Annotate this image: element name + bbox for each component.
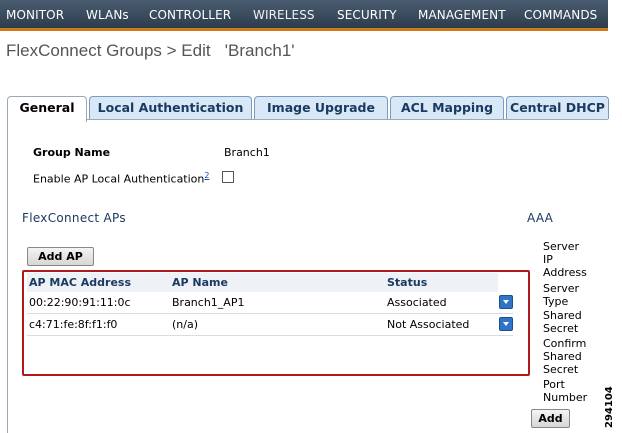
col-ap-name: AP Name (172, 276, 228, 289)
label-line: Server (543, 282, 580, 295)
row-action-dropdown-icon[interactable] (499, 295, 513, 309)
ap-mac-cell: 00:22:90:91:11:0c (29, 296, 131, 309)
tab-local-authentication[interactable]: Local Authentication (89, 96, 252, 119)
confirm-shared-secret-label: Confirm Shared Secret (543, 337, 586, 376)
nav-management[interactable]: MANAGEMENT (418, 8, 506, 22)
col-status: Status (387, 276, 428, 289)
nav-security[interactable]: SECURITY (337, 8, 397, 22)
label-line: Shared (543, 350, 582, 363)
nav-controller[interactable]: CONTROLLER (149, 8, 231, 22)
local-auth-label: Enable AP Local Authentication2 (33, 171, 209, 186)
tab-general[interactable]: General (7, 96, 87, 122)
local-auth-footnote-link[interactable]: 2 (204, 171, 209, 180)
server-ip-address-label: Server IP Address (543, 240, 587, 279)
tab-image-upgrade[interactable]: Image Upgrade (254, 96, 388, 119)
add-ap-button[interactable]: Add AP (27, 247, 94, 266)
tab-acl-mapping[interactable]: ACL Mapping (390, 96, 504, 119)
shared-secret-label: Shared Secret (543, 309, 582, 335)
aaa-add-button[interactable]: Add (531, 409, 570, 428)
label-line: Shared (543, 309, 582, 322)
group-name-value: Branch1 (224, 146, 270, 159)
flexconnect-aps-title: FlexConnect APs (22, 211, 126, 225)
label-line: Address (543, 266, 587, 279)
nav-wireless[interactable]: WIRELESS (253, 8, 315, 22)
ap-mac-cell: c4:71:fe:8f:f1:f0 (29, 318, 118, 331)
aaa-title: AAA (527, 211, 554, 225)
ap-status-cell: Not Associated (387, 318, 470, 331)
server-type-label: Server Type (543, 282, 579, 308)
top-navigation: MONITOR WLANs CONTROLLER WIRELESS SECURI… (0, 0, 608, 31)
label-line: Type (543, 295, 569, 308)
ap-name-cell: (n/a) (172, 318, 199, 331)
table-row: c4:71:fe:8f:f1:f0 (n/a) Not Associated (27, 314, 513, 336)
ap-table-header: AP MAC Address AP Name Status (27, 273, 498, 292)
tab-central-dhcp[interactable]: Central DHCP (506, 96, 609, 119)
label-line: Secret (543, 363, 579, 376)
nav-monitor[interactable]: MONITOR (6, 8, 64, 22)
local-auth-checkbox[interactable] (222, 171, 234, 183)
table-row: 00:22:90:91:11:0c Branch1_AP1 Associated (27, 292, 513, 314)
figure-number: 294104 (604, 386, 615, 428)
page-title: FlexConnect Groups > Edit 'Branch1' (6, 41, 295, 60)
col-ap-mac: AP MAC Address (29, 276, 132, 289)
tab-bar: General Local Authentication Image Upgra… (7, 96, 609, 122)
ap-status-cell: Associated (387, 296, 447, 309)
label-line: Confirm (543, 337, 587, 350)
label-line: IP (543, 253, 553, 266)
label-line: Secret (543, 322, 579, 335)
nav-commands[interactable]: COMMANDS (524, 8, 597, 22)
row-action-dropdown-icon[interactable] (499, 317, 513, 331)
label-line: Port (543, 378, 565, 391)
ap-name-cell: Branch1_AP1 (172, 296, 245, 309)
local-auth-text: Enable AP Local Authentication (33, 172, 205, 186)
label-line: Number (543, 391, 588, 404)
nav-wlans[interactable]: WLANs (86, 8, 129, 22)
port-number-label: Port Number (543, 378, 587, 404)
group-name-label: Group Name (33, 146, 111, 159)
label-line: Server (543, 240, 580, 253)
